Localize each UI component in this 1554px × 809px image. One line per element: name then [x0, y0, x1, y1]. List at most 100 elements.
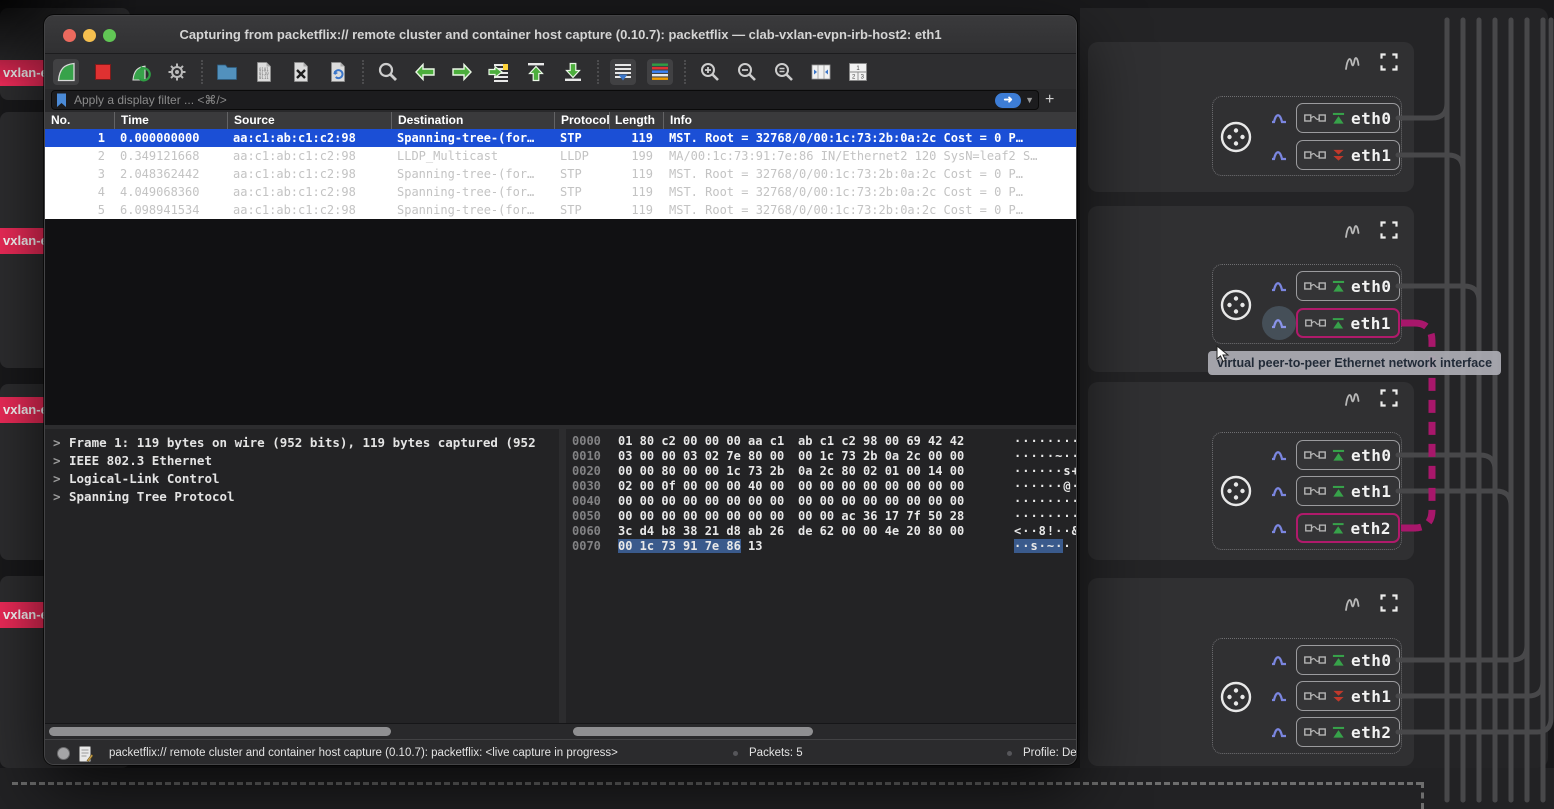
- hex-row[interactable]: 003002 00 0f 00 00 00 40 0000 00 00 00 0…: [566, 479, 1077, 494]
- hex-row[interactable]: 005000 00 00 00 00 00 00 0000 00 ac 36 1…: [566, 509, 1077, 524]
- cell-time: 6.098941534: [114, 201, 227, 219]
- svg-text:0111: 0111: [259, 75, 269, 80]
- filter-bar: ➜ ▼ +: [45, 89, 1076, 112]
- filter-dropdown-caret[interactable]: ▼: [1025, 95, 1034, 105]
- stop-capture-icon[interactable]: [90, 59, 116, 85]
- go-to-top-icon[interactable]: [523, 59, 549, 85]
- cell-destination: Spanning-tree-(for…: [391, 165, 554, 183]
- ascii-highlight: ··s·~·: [1014, 539, 1063, 553]
- close-file-icon[interactable]: [288, 59, 314, 85]
- detail-text: Logical-Link Control: [69, 471, 220, 486]
- cell-info: MST. Root = 32768/0/00:1c:73:2b:0a:2c Co…: [663, 165, 1076, 183]
- cell-source: aa:c1:ab:c1:c2:98: [227, 165, 391, 183]
- detail-text: Frame 1: 119 bytes on wire (952 bits), 1…: [69, 435, 536, 450]
- cell-length: 119: [609, 183, 663, 201]
- resize-columns-icon[interactable]: [808, 59, 834, 85]
- go-forward-icon[interactable]: [449, 59, 475, 85]
- wireshark-window: Capturing from packetflix:// remote clus…: [44, 15, 1077, 765]
- display-filter-field[interactable]: ➜ ▼: [51, 90, 1039, 110]
- hex-row[interactable]: 004000 00 00 00 00 00 00 0000 00 00 00 0…: [566, 494, 1077, 509]
- packet-row[interactable]: 5 6.098941534 aa:c1:ab:c1:c2:98 Spanning…: [45, 201, 1076, 219]
- chevron-right-icon[interactable]: >: [53, 434, 69, 452]
- cell-source: aa:c1:ab:c1:c2:98: [227, 129, 391, 147]
- detail-row-stp[interactable]: >Spanning Tree Protocol: [45, 488, 559, 506]
- zoom-out-icon[interactable]: [734, 59, 760, 85]
- cell-no: 4: [45, 183, 114, 201]
- hex-row[interactable]: 00603c d4 b8 38 21 d8 ab 26de 62 00 00 4…: [566, 524, 1077, 539]
- status-separator: [1007, 751, 1012, 756]
- toolbar-separator: [201, 60, 203, 84]
- go-to-bottom-icon[interactable]: [560, 59, 586, 85]
- restart-capture-icon[interactable]: [127, 59, 153, 85]
- detail-text: IEEE 802.3 Ethernet: [69, 453, 212, 468]
- toolbar-separator: [684, 60, 686, 84]
- column-header-destination[interactable]: Destination: [391, 112, 554, 129]
- detail-text: Spanning Tree Protocol: [69, 489, 235, 504]
- details-hscrollbar[interactable]: [49, 727, 391, 736]
- cell-no: 5: [45, 201, 114, 219]
- column-header-info[interactable]: Info: [663, 112, 1076, 129]
- hex-row[interactable]: 001003 00 00 03 02 7e 80 0000 1c 73 2b 0…: [566, 449, 1077, 464]
- cell-no: 1: [45, 129, 114, 147]
- capture-status-text: packetflix:// remote cluster and contain…: [109, 740, 618, 765]
- cell-destination: Spanning-tree-(for…: [391, 183, 554, 201]
- packet-row[interactable]: 3 2.048362442 aa:c1:ab:c1:c2:98 Spanning…: [45, 165, 1076, 183]
- packet-row-selected[interactable]: 1 0.000000000 aa:c1:ab:c1:c2:98 Spanning…: [45, 129, 1076, 147]
- save-file-icon[interactable]: 010101100111: [251, 59, 277, 85]
- cell-length: 199: [609, 147, 663, 165]
- auto-scroll-icon[interactable]: [610, 59, 636, 85]
- find-packet-icon[interactable]: [375, 59, 401, 85]
- vertical-splitter[interactable]: [559, 429, 566, 723]
- chevron-right-icon[interactable]: >: [53, 452, 69, 470]
- chevron-right-icon[interactable]: >: [53, 488, 69, 506]
- hex-row[interactable]: 000001 80 c2 00 00 00 aa c1ab c1 c2 98 0…: [566, 434, 1077, 449]
- detail-row-llc[interactable]: >Logical-Link Control: [45, 470, 559, 488]
- hex-dump-pane: 000001 80 c2 00 00 00 aa c1ab c1 c2 98 0…: [566, 429, 1077, 723]
- column-header-protocol[interactable]: Protocol: [554, 112, 609, 129]
- go-to-packet-icon[interactable]: [486, 59, 512, 85]
- start-capture-icon[interactable]: [53, 59, 79, 85]
- packet-row[interactable]: 4 4.049068360 aa:c1:ab:c1:c2:98 Spanning…: [45, 183, 1076, 201]
- reload-file-icon[interactable]: [325, 59, 351, 85]
- packet-count: Packets: 5: [749, 740, 803, 765]
- add-filter-button[interactable]: +: [1045, 91, 1054, 109]
- chevron-right-icon[interactable]: >: [53, 470, 69, 488]
- expert-info-icon[interactable]: [79, 746, 93, 762]
- open-file-icon[interactable]: [214, 59, 240, 85]
- status-separator: [733, 751, 738, 756]
- capture-file-properties-icon[interactable]: [57, 747, 70, 760]
- go-back-icon[interactable]: [412, 59, 438, 85]
- screen: eth0 eth1 eth0 eth1 eth0 eth1 eth2 eth0: [0, 0, 1554, 809]
- display-filter-input[interactable]: [72, 92, 995, 108]
- window-title: Capturing from packetflix:// remote clus…: [45, 16, 1076, 54]
- zoom-reset-icon[interactable]: [771, 59, 797, 85]
- packet-row[interactable]: 2 0.349121668 aa:c1:ab:c1:c2:98 LLDP_Mul…: [45, 147, 1076, 165]
- scrollbar-strip: [45, 723, 1076, 739]
- cell-destination: Spanning-tree-(for…: [391, 129, 554, 147]
- cell-source: aa:c1:ab:c1:c2:98: [227, 147, 391, 165]
- column-header-no[interactable]: No.: [45, 112, 114, 129]
- apply-filter-button[interactable]: ➜: [995, 93, 1021, 108]
- cell-info: MST. Root = 32768/0/00:1c:73:2b:0a:2c Co…: [663, 201, 1076, 219]
- detail-row-ethernet[interactable]: >IEEE 802.3 Ethernet: [45, 452, 559, 470]
- detail-row-frame[interactable]: >Frame 1: 119 bytes on wire (952 bits), …: [45, 434, 559, 452]
- zoom-in-icon[interactable]: [697, 59, 723, 85]
- packet-list: No. Time Source Destination Protocol Len…: [45, 112, 1076, 219]
- packet-details-pane: >Frame 1: 119 bytes on wire (952 bits), …: [45, 429, 559, 723]
- column-header-length[interactable]: Length: [609, 112, 663, 129]
- title-bar[interactable]: Capturing from packetflix:// remote clus…: [45, 16, 1076, 54]
- profile-label[interactable]: Profile: Default: [1023, 740, 1077, 765]
- bookmark-icon[interactable]: [56, 93, 67, 108]
- hex-hscrollbar[interactable]: [573, 727, 813, 736]
- cell-length: 119: [609, 201, 663, 219]
- hex-row[interactable]: 002000 00 80 00 00 1c 73 2b0a 2c 80 02 0…: [566, 464, 1077, 479]
- tooltip: virtual peer-to-peer Ethernet network in…: [1208, 351, 1501, 375]
- colorize-packets-icon[interactable]: [647, 59, 673, 85]
- column-header-time[interactable]: Time: [114, 112, 227, 129]
- cell-protocol: STP: [554, 165, 609, 183]
- layout-chooser-icon[interactable]: 123: [845, 59, 871, 85]
- cell-source: aa:c1:ab:c1:c2:98: [227, 201, 391, 219]
- column-header-source[interactable]: Source: [227, 112, 391, 129]
- capture-options-icon[interactable]: [164, 59, 190, 85]
- hex-row-highlighted[interactable]: 0070 00 1c 73 91 7e 86 13 ··s·~··: [566, 539, 1077, 554]
